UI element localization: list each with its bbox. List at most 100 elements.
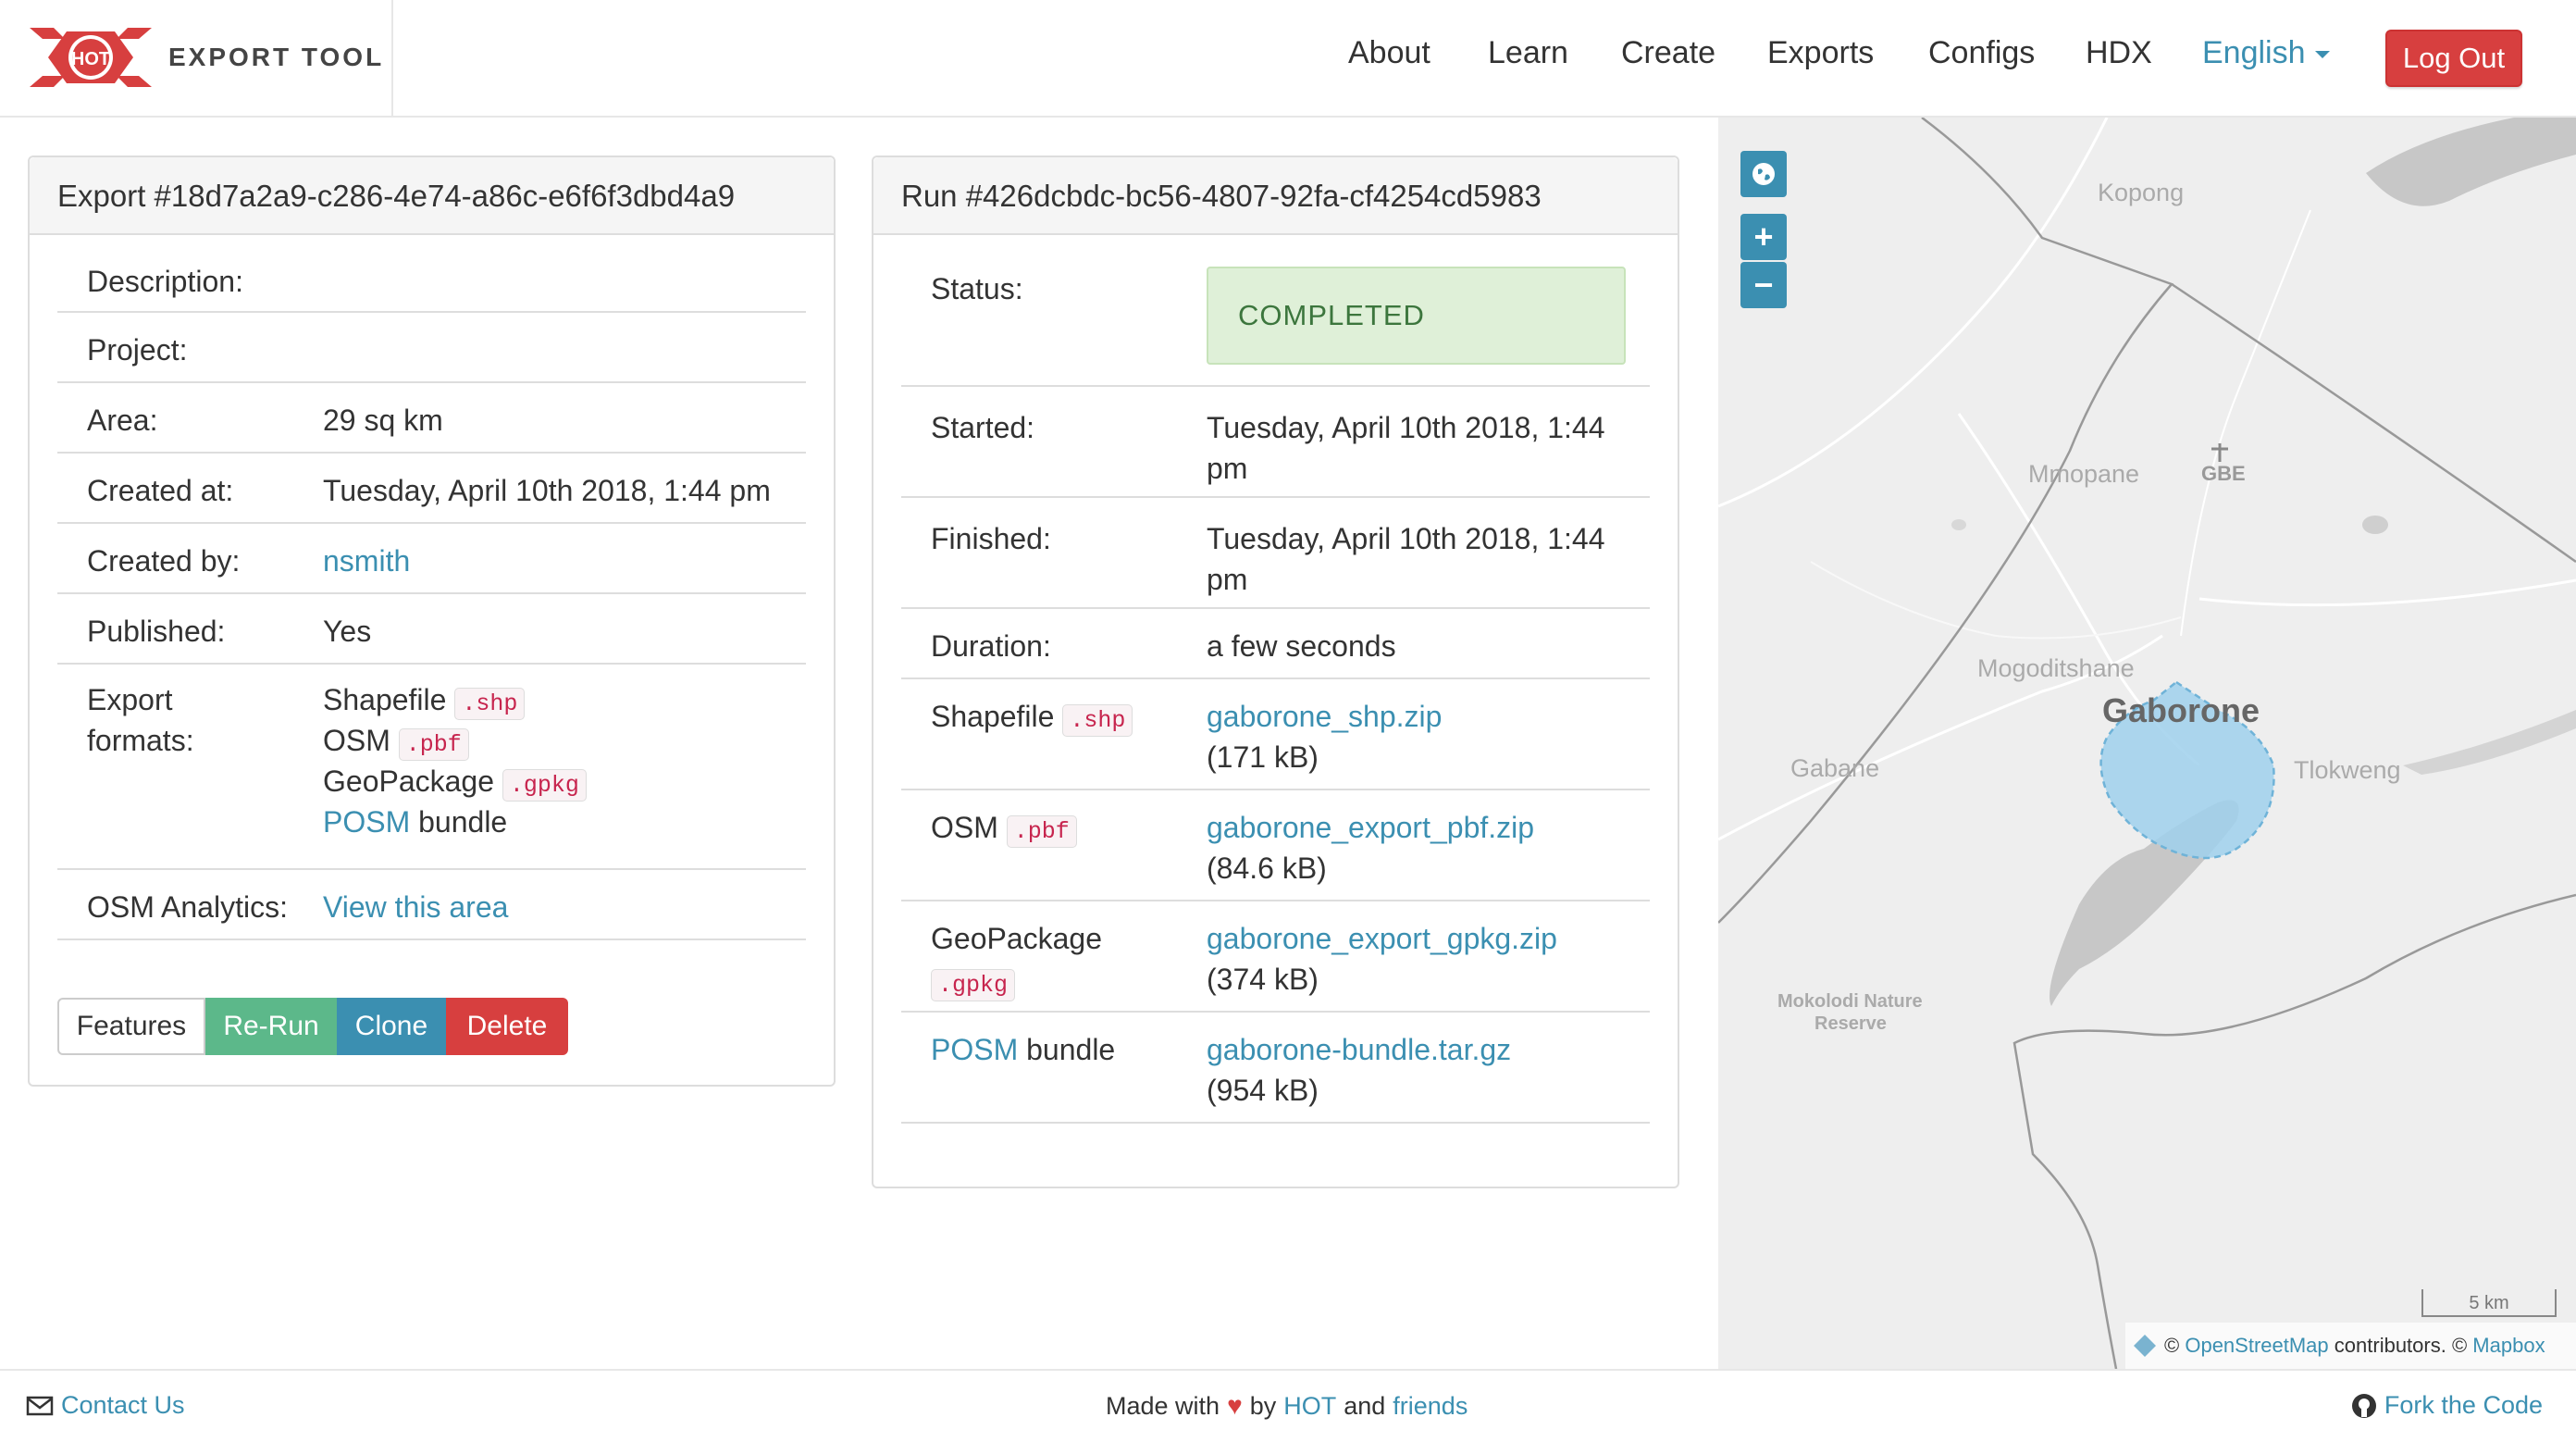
file-format-ext: .gpkg — [931, 969, 1016, 1001]
mapbox-logo-icon — [2134, 1335, 2156, 1357]
svg-text:HOT: HOT — [71, 49, 110, 69]
file-size: (374 kB) — [1207, 963, 1319, 996]
top-navbar: HOT EXPORT TOOL About Learn Create Expor… — [0, 0, 2576, 118]
osm-analytics-label: OSM Analytics: — [87, 890, 288, 924]
file-format: Shapefile .shp — [931, 696, 1133, 741]
map-label-mogoditshane: Mogoditshane — [1977, 654, 2135, 682]
format-name: Shapefile — [323, 683, 447, 716]
duration-row: Duration: a few seconds — [901, 609, 1650, 679]
file-row-shapefile: Shapefile .shp gaborone_shp.zip (171 kB) — [901, 679, 1650, 790]
started-value-line2: pm — [1207, 452, 1248, 485]
file-size: (171 kB) — [1207, 740, 1319, 774]
file-size: (84.6 kB) — [1207, 852, 1327, 885]
hot-link[interactable]: HOT — [1283, 1392, 1336, 1421]
status-label: Status: — [931, 272, 1023, 305]
file-format-ext-wrap: .gpkg — [931, 961, 1016, 1006]
posm-link[interactable]: POSM — [931, 1033, 1018, 1066]
zoom-out-button[interactable]: − — [1740, 262, 1787, 308]
format-osm: OSM .pbf — [323, 720, 469, 765]
export-heading: Export #18d7a2a9-c286-4e74-a86c-e6f6f3db… — [30, 157, 834, 235]
project-label: Project: — [87, 333, 188, 367]
duration-label: Duration: — [931, 629, 1051, 663]
file-format: OSM .pbf — [931, 807, 1077, 852]
created-at-label: Created at: — [87, 474, 234, 507]
map-label-mmopane: Mmopane — [2028, 460, 2140, 488]
started-label: Started: — [931, 411, 1035, 444]
finished-value-line2: pm — [1207, 563, 1248, 596]
nav-create[interactable]: Create — [1621, 35, 1715, 71]
created-at-row: Created at: Tuesday, April 10th 2018, 1:… — [57, 454, 806, 524]
finished-value-line1: Tuesday, April 10th 2018, 1:44 — [1207, 522, 1605, 555]
file-row-geopackage: GeoPackage .gpkg gaborone_export_gpkg.zi… — [901, 901, 1650, 1013]
status-row: Status: COMPLETED — [901, 242, 1650, 387]
brand[interactable]: HOT EXPORT TOOL — [0, 0, 393, 118]
footer: Contact Us Made with ♥ by HOT and friend… — [0, 1369, 2576, 1442]
download-link[interactable]: gaborone-bundle.tar.gz — [1207, 1029, 1511, 1070]
run-heading: Run #426dcbdc-bc56-4807-92fa-cf4254cd598… — [873, 157, 1678, 235]
delete-button[interactable]: Delete — [446, 998, 568, 1055]
area-value: 29 sq km — [323, 404, 443, 437]
map-label-gbe: GBE — [2201, 462, 2246, 485]
osm-link[interactable]: OpenStreetMap — [2185, 1334, 2328, 1358]
view-area-link[interactable]: View this area — [323, 887, 508, 927]
format-ext: .gpkg — [502, 769, 587, 802]
nav-configs[interactable]: Configs — [1928, 35, 2035, 71]
caret-down-icon — [2314, 51, 2330, 59]
fork-link[interactable]: Fork the Code — [2351, 1391, 2543, 1420]
map-label-kopong: Kopong — [2098, 179, 2185, 206]
file-format-suffix: bundle — [1026, 1033, 1116, 1066]
published-label: Published: — [87, 615, 226, 648]
language-dropdown[interactable]: English — [2202, 35, 2330, 71]
created-by-link[interactable]: nsmith — [323, 541, 410, 581]
download-link[interactable]: gaborone_export_pbf.zip — [1207, 807, 1534, 848]
nav-exports[interactable]: Exports — [1767, 35, 1874, 71]
area-label: Area: — [87, 404, 158, 437]
download-link[interactable]: gaborone_export_gpkg.zip — [1207, 918, 1557, 959]
project-row: Project: — [57, 313, 806, 383]
file-format: POSM bundle — [931, 1029, 1115, 1070]
posm-link[interactable]: POSM — [323, 805, 410, 839]
finished-label: Finished: — [931, 522, 1051, 555]
made-with: Made with ♥ by HOT and friends — [1106, 1391, 1468, 1421]
zoom-in-button[interactable]: + — [1740, 214, 1787, 260]
map-base-layer — [1718, 118, 2576, 1369]
file-format-ext: .pbf — [1006, 815, 1077, 848]
features-button[interactable]: Features — [57, 998, 205, 1055]
nav-about[interactable]: About — [1348, 35, 1430, 71]
contact-link[interactable]: Contact Us — [26, 1391, 185, 1420]
nav-hdx[interactable]: HDX — [2086, 35, 2152, 71]
download-link[interactable]: gaborone_shp.zip — [1207, 696, 1442, 737]
map-label-mokolodi-2: Reserve — [1814, 1013, 1887, 1034]
rerun-button[interactable]: Re-Run — [205, 998, 337, 1055]
airport-icon — [2211, 443, 2228, 462]
envelope-icon — [26, 1396, 54, 1415]
format-shapefile: Shapefile .shp — [323, 679, 526, 725]
file-format-name: OSM — [931, 811, 998, 844]
heart-icon: ♥ — [1227, 1391, 1243, 1420]
format-ext: .shp — [454, 688, 526, 720]
description-label: Description: — [87, 265, 243, 298]
format-suffix: bundle — [418, 805, 508, 839]
friends-link[interactable]: friends — [1393, 1392, 1468, 1421]
globe-icon[interactable] — [1740, 151, 1787, 197]
mapbox-link[interactable]: Mapbox — [2472, 1334, 2545, 1358]
export-panel: Export #18d7a2a9-c286-4e74-a86c-e6f6f3db… — [28, 155, 836, 1087]
contact-label: Contact Us — [61, 1391, 185, 1419]
map-view[interactable]: + − Kopong Mmopane GBE Mogoditshane Gabo… — [1718, 118, 2576, 1369]
clone-button[interactable]: Clone — [337, 998, 446, 1055]
map-attribution: © OpenStreetMap contributors. © Mapbox — [2125, 1323, 2576, 1369]
attrib-copyright: © — [2164, 1334, 2180, 1357]
created-by-label: Created by: — [87, 544, 241, 578]
finished-row: Finished: Tuesday, April 10th 2018, 1:44… — [901, 498, 1650, 609]
created-at-value: Tuesday, April 10th 2018, 1:44 pm — [323, 474, 771, 507]
logout-button[interactable]: Log Out — [2385, 30, 2522, 87]
file-row-posm: POSM bundle gaborone-bundle.tar.gz (954 … — [901, 1013, 1650, 1124]
map-label-mokolodi-1: Mokolodi Nature — [1777, 991, 1923, 1012]
published-value: Yes — [323, 615, 372, 648]
format-geopackage: GeoPackage .gpkg — [323, 761, 587, 806]
export-formats-label-1: Export — [87, 683, 173, 716]
and-text: and — [1344, 1391, 1386, 1420]
nav-learn[interactable]: Learn — [1488, 35, 1568, 71]
brand-title: EXPORT TOOL — [168, 43, 385, 71]
duration-value: a few seconds — [1207, 629, 1396, 663]
